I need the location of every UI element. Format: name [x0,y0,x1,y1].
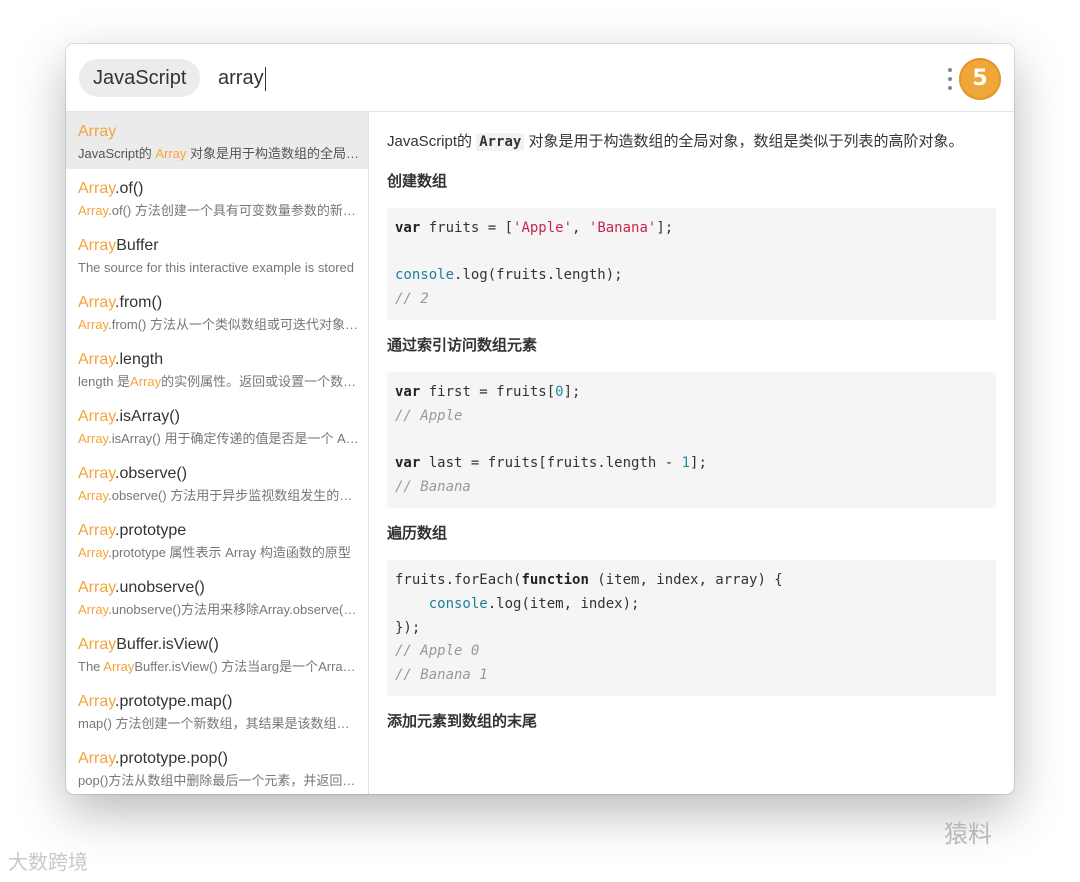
result-description: pop()方法从数组中删除最后一个元素，并返回该元素的值 [78,773,360,788]
docset-tag[interactable]: JavaScript [79,59,201,97]
search-bar: JavaScript array 5 [66,44,1014,112]
result-item[interactable]: Array JavaScript的 Array 对象是用于构造数组的全局对象，数组… [66,112,368,169]
result-item[interactable]: ArrayBuffer.isView() The ArrayBuffer.isVi… [66,625,368,682]
section-heading: 通过索引访问数组元素 [387,337,538,355]
result-description: Array.prototype 属性表示 Array 构造函数的原型 [78,545,351,560]
result-item[interactable]: Array.of() Array.of() 方法创建一个具有可变数量参数的新数组实… [66,169,368,226]
app-window: JavaScript array 5 Array JavaScript的 Arra… [66,44,1014,794]
result-title: Array.prototype.map() [78,693,233,710]
result-item[interactable]: Array.unobserve() Array.unobserve()方法用来移除… [66,568,368,625]
result-description: The ArrayBuffer.isView() 方法当arg是一个ArrayB… [78,659,360,674]
result-title: Array.prototype [78,522,187,539]
result-item[interactable]: Array.observe() Array.observe() 方法用于异步监视数… [66,454,368,511]
result-title: Array [78,123,117,140]
result-title: ArrayBuffer [78,237,159,254]
result-description: JavaScript的 Array 对象是用于构造数组的全局对象，数组是类似于列… [78,146,360,161]
result-title: Array.of() [78,180,144,197]
result-item[interactable]: Array.prototype.pop() pop()方法从数组中删除最后一个元素… [66,739,368,794]
result-description: length 是Array的实例属性。返回或设置一个数组中的元素个数 [78,374,360,389]
code-block: var first = fruits[0]; // Apple var last… [387,372,996,509]
result-item[interactable]: Array.prototype Array.prototype 属性表示 Arra… [66,511,368,568]
more-menu-icon[interactable] [944,66,956,92]
result-title: ArrayBuffer.isView() [78,636,219,653]
text-caret [264,66,266,91]
result-title: Array.isArray() [78,408,180,425]
results-list[interactable]: Array JavaScript的 Array 对象是用于构造数组的全局对象，数组… [66,112,369,794]
watermark-right: 猿料 [944,820,992,848]
result-description: map() 方法创建一个新数组，其结果是该数组中的每个元素调用 [78,716,360,731]
result-item[interactable]: Array.from() Array.from() 方法从一个类似数组或可迭代对象… [66,283,368,340]
result-description: Array.from() 方法从一个类似数组或可迭代对象中创建 [78,317,360,332]
result-title: Array.prototype.pop() [78,750,228,767]
result-item[interactable]: Array.length length 是Array的实例属性。返回或设置一个数组… [66,340,368,397]
result-description: Array.of() 方法创建一个具有可变数量参数的新数组实例 [78,203,360,218]
code-block: var fruits = ['Apple', 'Banana']; consol… [387,208,996,321]
result-description: Array.observe() 方法用于异步监视数组发生的变化 [78,488,360,503]
result-description: Array.unobserve()方法用来移除Array.observe()设置… [78,602,360,617]
result-title: Array.from() [78,294,163,311]
intro-text: JavaScript的 Array 对象是用于构造数组的全局对象，数组是类似于列… [387,133,964,151]
result-item[interactable]: Array.isArray() Array.isArray() 用于确定传递的值是… [66,397,368,454]
result-item[interactable]: Array.prototype.map() map() 方法创建一个新数组，其结果… [66,682,368,739]
result-description: Array.isArray() 用于确定传递的值是否是一个 Array [78,431,360,446]
section-heading: 添加元素到数组的末尾 [387,713,538,731]
section-heading: 遍历数组 [387,525,448,543]
inline-code: Array [476,133,525,151]
search-query-text: array [218,67,264,89]
watermark-left: 大数跨境 [8,850,88,874]
result-item[interactable]: ArrayBuffer The source for this interacti… [66,226,368,283]
code-block: fruits.forEach(function (item, index, ar… [387,560,996,697]
result-title: Array.observe() [78,465,188,482]
html5-shield-icon[interactable]: 5 [959,58,1001,100]
result-description: The source for this interactive example … [78,260,355,275]
detail-pane: JavaScript的 Array 对象是用于构造数组的全局对象，数组是类似于列… [370,112,1014,794]
search-input[interactable]: array [218,59,266,97]
result-title: Array.length [78,351,164,368]
result-title: Array.unobserve() [78,579,205,596]
section-heading: 创建数组 [387,173,448,190]
